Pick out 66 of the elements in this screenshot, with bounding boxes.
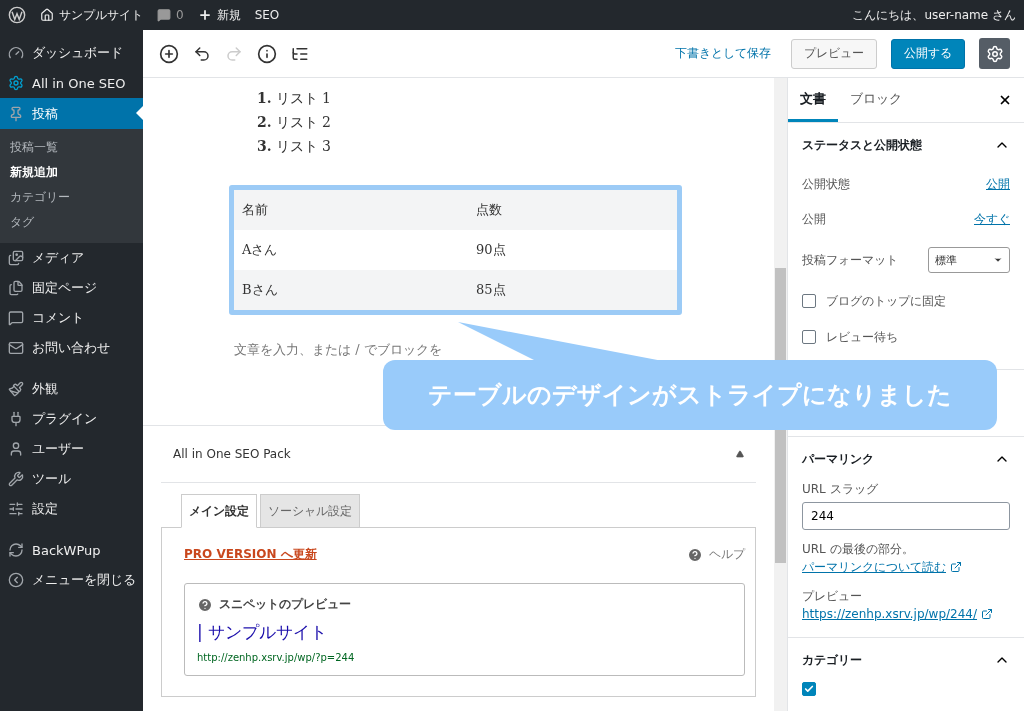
snippet-url: http://zenhp.xsrv.jp/wp/?p=244 (197, 652, 356, 663)
sidebar-item[interactable]: ユーザー (0, 434, 143, 464)
field-label: 投稿フォーマット (802, 251, 898, 269)
list-number: 1. (257, 90, 272, 108)
column-header: 名前 (241, 201, 269, 219)
save-draft-button[interactable]: 下書きとして保存 (669, 45, 777, 62)
checkbox-label[interactable]: レビュー待ち (826, 328, 898, 346)
greeting[interactable]: こんにちは、user-name さん (852, 6, 1016, 24)
field-label: プレビュー (802, 588, 863, 605)
help-link[interactable]: ヘルプ (709, 546, 745, 563)
format-select[interactable]: 標準 (928, 247, 1010, 273)
comment-count[interactable]: 0 (176, 8, 184, 22)
value-link[interactable]: 今すぐ (974, 211, 1010, 228)
field-label: 公開状態 (802, 176, 850, 193)
sidebar-item[interactable]: 設定 (0, 494, 143, 524)
preview-button[interactable]: プレビュー (791, 38, 877, 69)
sidebar-item[interactable]: メニューを閉じる (0, 565, 143, 595)
field-label: 公開 (802, 211, 826, 228)
sidebar-item[interactable]: All in One SEO (0, 68, 143, 98)
submenu-item[interactable]: タグ (0, 210, 143, 235)
list-number: 2. (257, 114, 272, 132)
sidebar-item[interactable]: ツール (0, 464, 143, 494)
settings-tab[interactable]: ソーシャル設定 (260, 494, 360, 528)
value-link[interactable]: 公開 (986, 176, 1010, 193)
snippet-title: | サンプルサイト (197, 621, 329, 644)
settings-tab[interactable]: メイン設定 (181, 494, 257, 528)
table-cell-text: Bさん (241, 281, 279, 299)
seo-link[interactable]: SEO (254, 8, 280, 22)
publish-button[interactable]: 公開する (891, 38, 965, 69)
field-label: URL スラッグ (802, 481, 879, 498)
sidebar-item[interactable]: BackWPup (0, 535, 143, 565)
site-link[interactable]: サンプルサイト (59, 6, 143, 24)
sidebar-item[interactable]: プラグイン (0, 404, 143, 434)
sidebar-item[interactable]: 固定ページ (0, 273, 143, 303)
column-header: 点数 (475, 201, 503, 219)
pro-upgrade-link[interactable]: PRO VERSION へ更新 (184, 546, 317, 563)
section-title[interactable]: カテゴリー (802, 651, 862, 669)
section-title[interactable]: ステータスと公開状態 (802, 136, 922, 154)
metabox-title: All in One SEO Pack (173, 447, 291, 461)
slug-field[interactable]: 244 (802, 502, 1010, 530)
preview-url-link[interactable]: https://zenhp.xsrv.jp/wp/244/ (802, 605, 978, 623)
sidebar-tab[interactable]: ブロック (838, 78, 914, 122)
permalink-help-link[interactable]: パーマリンクについて読む (802, 558, 946, 576)
new-link[interactable]: 新規 (216, 6, 241, 24)
section-title[interactable]: パーマリンク (802, 450, 874, 468)
table-cell-text: 90点 (475, 241, 507, 259)
submenu-item[interactable]: 投稿一覧 (0, 135, 143, 160)
sidebar-item[interactable]: ダッシュボード (0, 38, 143, 68)
sidebar-item[interactable]: 外観 (0, 374, 143, 404)
list-item: リスト 3 (275, 138, 331, 156)
sidebar-item[interactable]: コメント (0, 303, 143, 333)
sidebar-tab[interactable]: 文書 (788, 78, 838, 122)
help-text: URL の最後の部分。 (802, 541, 914, 558)
list-item: リスト 2 (275, 114, 331, 132)
list-number: 3. (257, 138, 272, 156)
sidebar-item[interactable]: お問い合わせ (0, 333, 143, 363)
checkbox-label[interactable]: ブログのトップに固定 (826, 292, 946, 310)
table-cell-text: 85点 (475, 281, 507, 299)
snippet-heading: スニペットのプレビュー (219, 596, 351, 613)
sidebar-item[interactable]: メディア (0, 243, 143, 273)
block-placeholder[interactable]: 文章を入力、または / でブロックを (234, 341, 442, 359)
table-cell-text: Aさん (241, 241, 279, 259)
list-item: リスト 1 (275, 90, 331, 108)
sidebar-item[interactable]: 投稿 (0, 98, 143, 129)
submenu-item[interactable]: 新規追加 (0, 160, 143, 185)
submenu-item[interactable]: カテゴリー (0, 185, 143, 210)
